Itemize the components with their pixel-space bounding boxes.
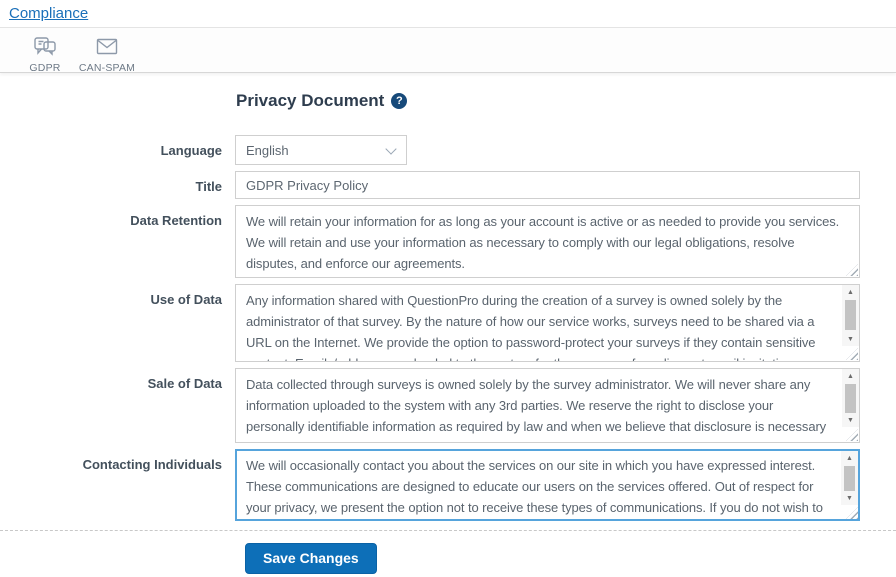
- title-label: Title: [0, 171, 235, 199]
- scrollbar-thumb[interactable]: [844, 466, 855, 491]
- scroll-down-icon[interactable]: ▼: [842, 413, 859, 427]
- scroll-down-icon[interactable]: ▼: [841, 491, 858, 505]
- data-retention-textarea[interactable]: We will retain your information for as l…: [235, 205, 860, 278]
- envelope-icon: [94, 34, 120, 60]
- scrollbar-thumb[interactable]: [845, 384, 856, 413]
- scrollbar[interactable]: ▲ ▼: [842, 285, 859, 346]
- language-label: Language: [0, 135, 235, 165]
- data-retention-row: Data Retention We will retain your infor…: [0, 205, 896, 278]
- page-title: Privacy Document: [236, 91, 384, 111]
- scroll-up-icon[interactable]: ▲: [841, 451, 858, 465]
- language-row: Language English: [0, 135, 896, 165]
- contacting-individuals-textarea[interactable]: We will occasionally contact you about t…: [235, 449, 860, 521]
- tab-gdpr-label: GDPR: [29, 62, 60, 74]
- scrollbar[interactable]: ▲ ▼: [841, 451, 858, 505]
- compliance-breadcrumb-link[interactable]: Compliance: [9, 5, 88, 22]
- save-changes-button[interactable]: Save Changes: [245, 543, 377, 574]
- sale-of-data-row: Sale of Data Data collected through surv…: [0, 368, 896, 443]
- data-retention-label: Data Retention: [0, 205, 235, 278]
- use-of-data-textarea[interactable]: Any information shared with QuestionPro …: [235, 284, 860, 362]
- tab-gdpr[interactable]: GDPR: [14, 32, 76, 74]
- scrollbar-thumb[interactable]: [845, 300, 856, 330]
- scroll-up-icon[interactable]: ▲: [842, 369, 859, 383]
- page-header: Compliance: [0, 0, 896, 28]
- title-input[interactable]: [235, 171, 860, 199]
- scroll-down-icon[interactable]: ▼: [842, 332, 859, 346]
- privacy-document-form: Privacy Document ? Language English Titl…: [0, 73, 896, 574]
- language-select[interactable]: English: [235, 135, 407, 165]
- sale-of-data-label: Sale of Data: [0, 368, 235, 443]
- title-row: Title: [0, 171, 896, 199]
- tab-can-spam-label: CAN-SPAM: [79, 62, 135, 74]
- tab-can-spam[interactable]: CAN-SPAM: [76, 32, 138, 74]
- section-divider: [0, 530, 896, 531]
- compliance-toolbar: GDPR CAN-SPAM: [0, 28, 896, 73]
- contacting-individuals-row: Contacting Individuals We will occasiona…: [0, 449, 896, 521]
- use-of-data-label: Use of Data: [0, 284, 235, 362]
- use-of-data-row: Use of Data Any information shared with …: [0, 284, 896, 362]
- scroll-up-icon[interactable]: ▲: [842, 285, 859, 299]
- gdpr-chat-globe-icon: [32, 34, 58, 60]
- contacting-individuals-label: Contacting Individuals: [0, 449, 235, 521]
- sale-of-data-textarea[interactable]: Data collected through surveys is owned …: [235, 368, 860, 443]
- scrollbar[interactable]: ▲ ▼: [842, 369, 859, 427]
- help-icon[interactable]: ?: [391, 93, 407, 109]
